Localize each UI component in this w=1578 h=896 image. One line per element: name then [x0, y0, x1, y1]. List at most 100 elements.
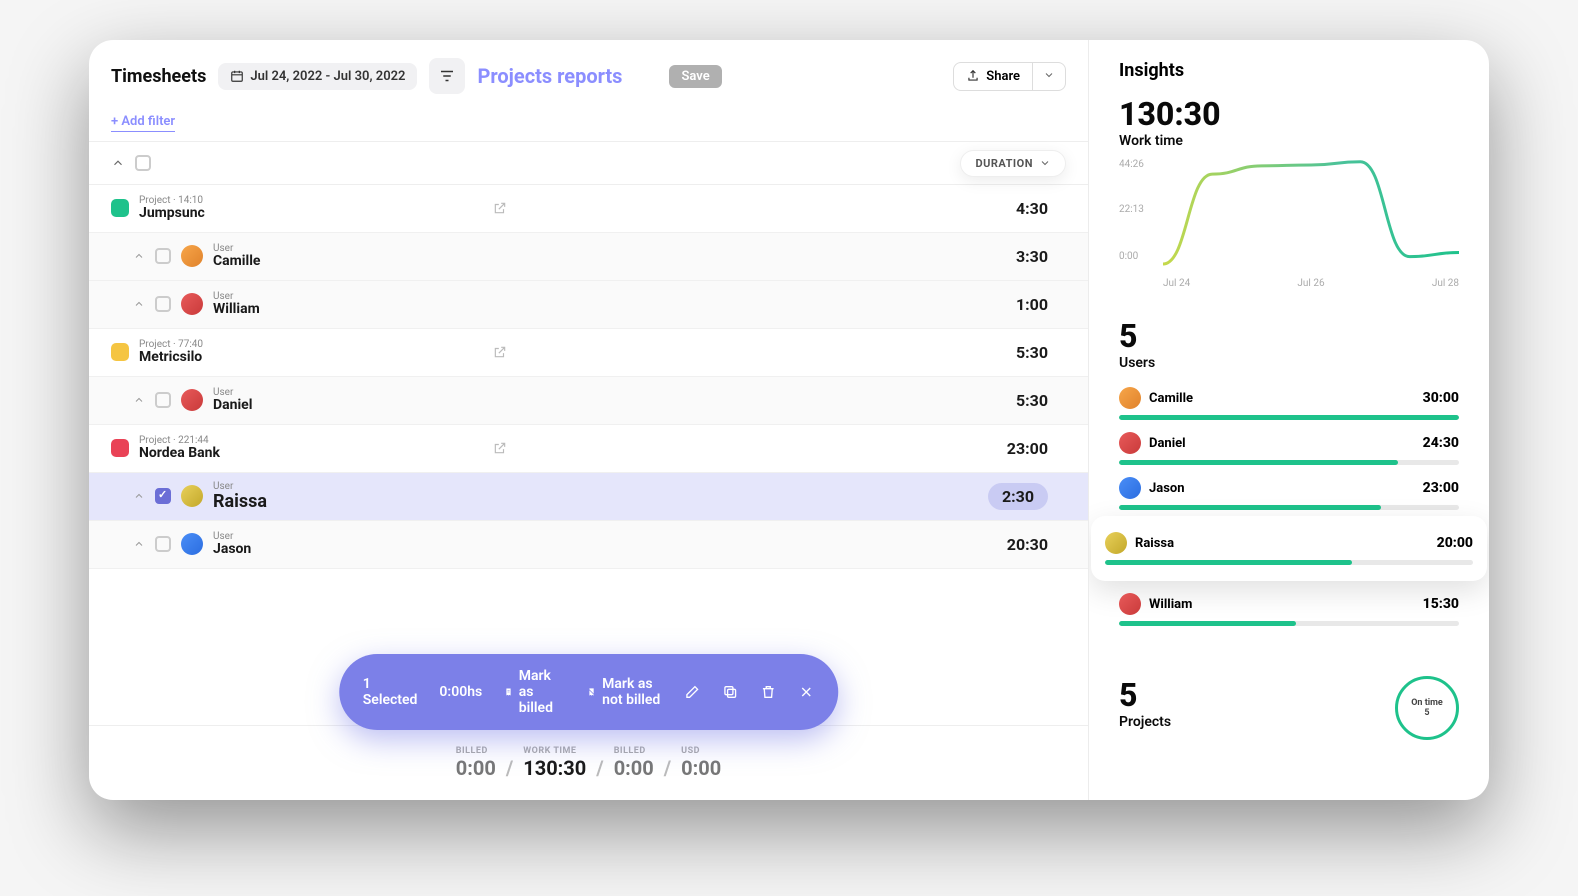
user-avatar [181, 389, 203, 411]
row-name: Nordea Bank [139, 446, 220, 461]
share-dropdown-button[interactable] [1033, 62, 1066, 91]
select-all-checkbox[interactable] [135, 155, 151, 171]
top-bar: Timesheets Jul 24, 2022 - Jul 30, 2022 S… [89, 40, 1088, 102]
users-count-label: Users [1119, 355, 1459, 371]
close-selection-button[interactable] [798, 684, 814, 700]
insight-user-name: Raissa [1135, 536, 1429, 551]
share-button[interactable]: Share [953, 62, 1033, 91]
expand-button[interactable] [133, 394, 145, 406]
chevron-down-icon [1039, 157, 1051, 169]
mark-not-billed-button[interactable]: Mark as not billed [588, 676, 663, 708]
user-avatar [1119, 432, 1141, 454]
row-duration: 23:00 [1007, 439, 1048, 458]
row-checkbox[interactable] [155, 296, 171, 312]
share-label: Share [986, 69, 1020, 84]
external-link-button[interactable] [493, 441, 507, 455]
chart-xtick: Jul 24 [1163, 278, 1190, 289]
footer-worktime-label: WORK TIME [523, 746, 586, 756]
user-row[interactable]: UserWilliam1:00 [89, 281, 1088, 329]
user-row[interactable]: UserJason20:30 [89, 521, 1088, 569]
expand-button[interactable] [133, 490, 145, 502]
chart-xtick: Jul 28 [1432, 278, 1459, 289]
user-row[interactable]: UserCamille3:30 [89, 233, 1088, 281]
close-icon [798, 684, 814, 700]
row-checkbox[interactable] [155, 536, 171, 552]
external-link-button[interactable] [493, 201, 507, 215]
mark-billed-button[interactable]: Mark as billed [504, 668, 565, 716]
project-row[interactable]: Project · 77:40Metricsilo 5:30 [89, 329, 1088, 377]
insight-user-item[interactable]: Raissa 20:00 [1091, 516, 1487, 581]
report-name-input[interactable] [477, 64, 657, 88]
insight-user-time: 30:00 [1423, 390, 1459, 406]
insight-user-item[interactable]: Daniel 24:30 [1119, 426, 1459, 465]
duration-column-header[interactable]: DURATION [960, 150, 1066, 177]
insight-user-time: 15:30 [1423, 596, 1459, 612]
row-checkbox[interactable] [155, 248, 171, 264]
user-row[interactable]: UserRaissa2:30 [89, 473, 1088, 521]
row-name: Raissa [213, 492, 267, 512]
expand-button[interactable] [133, 250, 145, 262]
user-avatar [1119, 387, 1141, 409]
date-range-button[interactable]: Jul 24, 2022 - Jul 30, 2022 [218, 63, 417, 90]
insight-user-name: Jason [1149, 481, 1415, 496]
row-duration: 3:30 [1016, 247, 1048, 266]
project-row[interactable]: Project · 221:44Nordea Bank 23:00 [89, 425, 1088, 473]
row-duration: 2:30 [988, 483, 1048, 510]
row-checkbox[interactable] [155, 392, 171, 408]
page-title: Timesheets [111, 66, 206, 87]
collapse-all-button[interactable] [111, 156, 125, 170]
insight-user-name: William [1149, 597, 1415, 612]
row-duration: 20:30 [1007, 535, 1048, 554]
footer-totals: BILLED 0:00 / WORK TIME 130:30 / BILLED … [89, 725, 1088, 800]
chart-xtick: Jul 26 [1297, 278, 1324, 289]
user-avatar [181, 245, 203, 267]
expand-button[interactable] [133, 298, 145, 310]
worktime-chart: 44:26 22:13 0:00 Jul 24 Jul 26 Jul 28 [1119, 159, 1459, 289]
chart-ytick: 22:13 [1119, 204, 1144, 215]
ontime-value: 5 [1424, 708, 1429, 718]
delete-button[interactable] [760, 684, 776, 700]
insight-user-item[interactable]: William 15:30 [1119, 587, 1459, 626]
footer-usd-value: 0:00 [681, 756, 721, 780]
footer-billed2-value: 0:00 [614, 756, 654, 780]
user-row[interactable]: UserDaniel5:30 [89, 377, 1088, 425]
users-count-value: 5 [1119, 317, 1459, 355]
row-duration: 5:30 [1016, 343, 1048, 362]
user-avatar [1119, 477, 1141, 499]
row-duration: 4:30 [1016, 199, 1048, 218]
row-duration: 5:30 [1016, 391, 1048, 410]
calendar-icon [230, 69, 244, 83]
insights-panel: Insights 130:30 Work time 44:26 22:13 0:… [1089, 40, 1489, 800]
save-button[interactable]: Save [669, 65, 721, 88]
footer-usd-label: USD [681, 746, 721, 756]
insight-user-item[interactable]: Jason 23:00 [1119, 471, 1459, 510]
add-filter-button[interactable]: + Add filter [111, 114, 175, 132]
insight-user-item[interactable]: Camille 30:00 [1119, 381, 1459, 420]
worktime-total-value: 130:30 [1119, 95, 1459, 133]
user-avatar [181, 485, 203, 507]
external-link-button[interactable] [493, 345, 507, 359]
filter-list-button[interactable] [429, 58, 465, 94]
user-avatar [1119, 593, 1141, 615]
ontime-label: On time [1411, 698, 1443, 708]
selection-time: 0:00hs [439, 684, 482, 700]
user-avatar [181, 533, 203, 555]
project-color-icon [111, 439, 129, 457]
chart-line [1163, 159, 1459, 269]
insights-title: Insights [1119, 60, 1459, 81]
row-name: Jumpsunc [139, 206, 205, 221]
projects-count-label: Projects [1119, 714, 1171, 730]
receipt-icon [504, 684, 513, 700]
timesheet-rows: Project · 14:10Jumpsunc 4:30 UserCamille… [89, 185, 1088, 725]
insight-user-bar [1105, 560, 1473, 565]
copy-button[interactable] [722, 684, 738, 700]
insight-user-bar [1119, 505, 1459, 510]
edit-button[interactable] [684, 684, 700, 700]
insight-user-bar [1119, 621, 1459, 626]
app-window: Timesheets Jul 24, 2022 - Jul 30, 2022 S… [89, 40, 1489, 800]
expand-button[interactable] [133, 538, 145, 550]
ontime-ring: On time 5 [1395, 676, 1459, 740]
row-checkbox[interactable] [155, 488, 171, 504]
project-row[interactable]: Project · 14:10Jumpsunc 4:30 [89, 185, 1088, 233]
share-icon [966, 69, 980, 83]
